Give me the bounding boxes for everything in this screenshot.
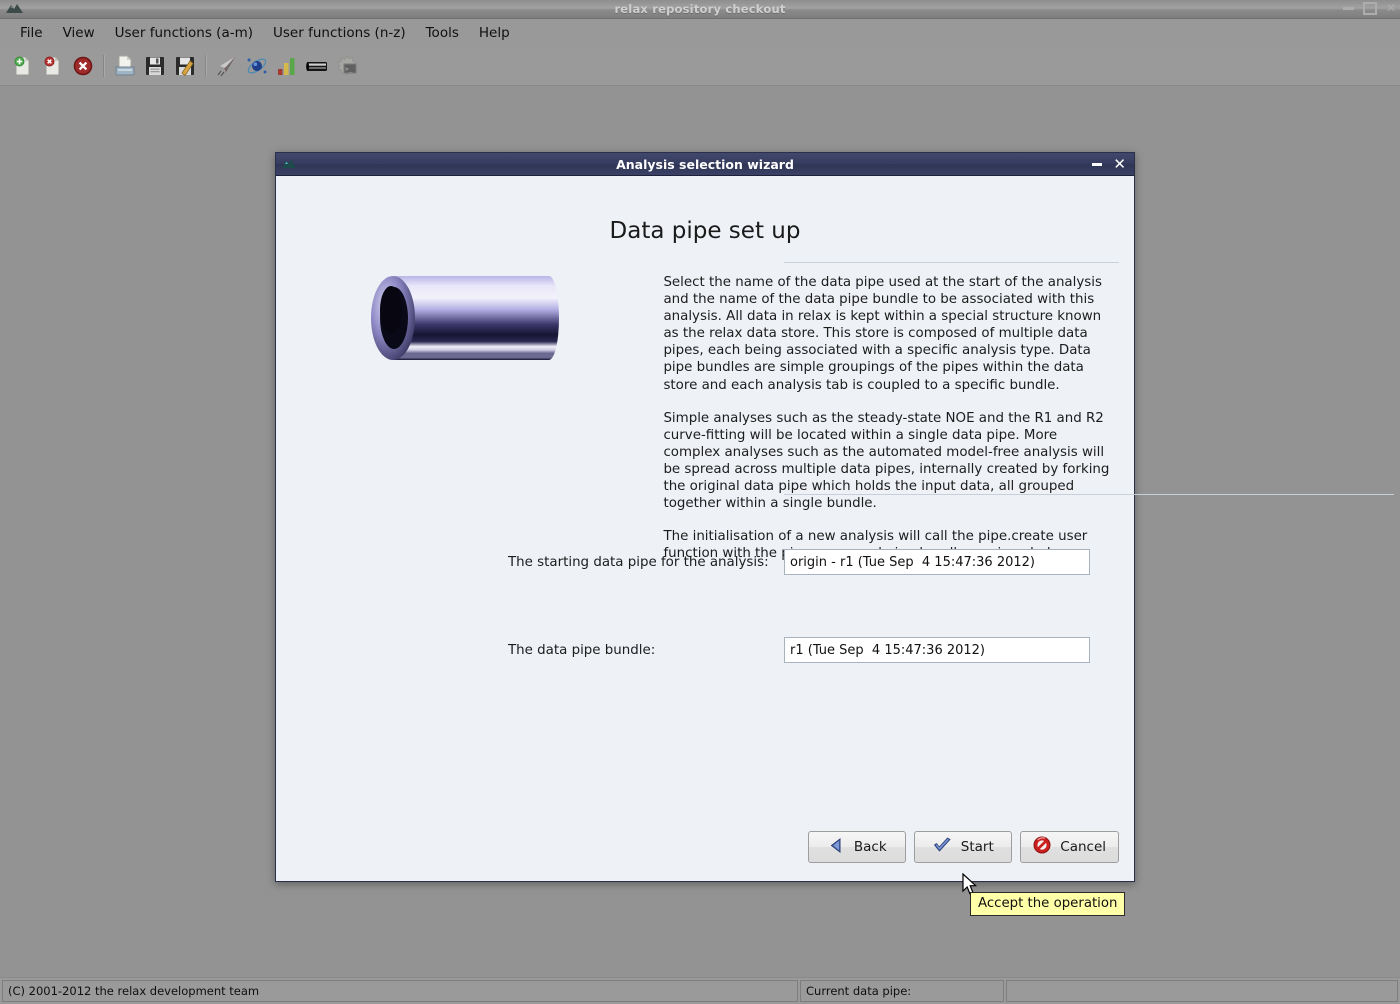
data-pipe-cylinder-image [276, 262, 663, 578]
run-script-icon[interactable] [212, 51, 242, 81]
dialog-titlebar: Analysis selection wizard ✕ [276, 153, 1134, 176]
back-button[interactable]: Back [808, 831, 907, 863]
dialog-description: Select the name of the data pipe used at… [663, 262, 1134, 578]
close-all-analyses-icon[interactable] [68, 51, 98, 81]
back-triangle-icon [828, 837, 845, 858]
dialog-content-row: Select the name of the data pipe used at… [276, 262, 1134, 578]
results-viewer-icon[interactable] [272, 51, 302, 81]
dialog-close-icon[interactable]: ✕ [1113, 156, 1126, 172]
data-pipe-editor-icon[interactable] [302, 51, 332, 81]
spin-viewer-icon[interactable] [242, 51, 272, 81]
analysis-selection-wizard-dialog: Analysis selection wizard ✕ Data pipe se… [275, 152, 1394, 916]
save-state-icon[interactable] [140, 51, 170, 81]
tooltip: Accept the operation [970, 892, 1126, 916]
menu-user-functions-n-z[interactable]: User functions (n-z) [263, 22, 416, 44]
dialog-window-controls[interactable]: ✕ [1092, 156, 1126, 172]
starting-data-pipe-input[interactable] [784, 549, 1090, 575]
section-divider [784, 494, 1394, 495]
start-button-label: Start [960, 839, 994, 855]
menu-help[interactable]: Help [469, 22, 520, 44]
svg-text:>_: >_ [345, 66, 353, 73]
data-pipe-bundle-row: The data pipe bundle: [276, 637, 1134, 663]
dialog-title: Analysis selection wizard [616, 156, 794, 172]
window-controls[interactable]: ✕ [1342, 1, 1396, 15]
close-analysis-icon[interactable] [38, 51, 68, 81]
toolbar-separator [103, 55, 105, 77]
data-pipe-bundle-input[interactable] [784, 637, 1090, 663]
back-button-label: Back [853, 839, 887, 855]
menu-view[interactable]: View [53, 22, 105, 44]
page-title: Data pipe set up [609, 218, 801, 244]
checkmark-icon [933, 836, 952, 858]
toolbar-separator-2 [205, 55, 207, 77]
statusbar-current-pipe-label: Current data pipe: [800, 980, 1004, 1002]
starting-data-pipe-row: The starting data pipe for the analysis: [276, 549, 1134, 575]
dialog-body: Data pipe set up Select the name of the … [276, 176, 1394, 916]
toolbar: >_ [0, 47, 1400, 86]
menu-tools[interactable]: Tools [416, 22, 469, 44]
window-minimize-icon[interactable] [1342, 6, 1354, 10]
cancel-prohibition-icon [1033, 836, 1051, 858]
menu-user-functions-a-m[interactable]: User functions (a-m) [105, 22, 263, 44]
dialog-button-bar: Back Start Cancel [276, 831, 1134, 863]
statusbar-current-pipe-value [1006, 980, 1398, 1002]
menu-file[interactable]: File [10, 22, 53, 44]
new-analysis-icon[interactable] [8, 51, 38, 81]
prompt-console-icon: >_ [332, 51, 362, 81]
window-close-icon[interactable]: ✕ [1386, 1, 1396, 15]
dialog-minimize-icon[interactable] [1092, 162, 1103, 166]
main-window-titlebar: relax repository checkout ✕ [0, 0, 1400, 19]
menubar: File View User functions (a-m) User func… [0, 19, 1400, 47]
open-state-icon[interactable] [110, 51, 140, 81]
description-paragraph-1: Select the name of the data pipe used at… [663, 275, 1102, 393]
cancel-button-label: Cancel [1060, 839, 1106, 855]
save-state-as-icon[interactable] [170, 51, 200, 81]
start-button[interactable]: Start [914, 831, 1013, 863]
statusbar: (C) 2001-2012 the relax development team… [0, 977, 1400, 1004]
data-pipe-bundle-label: The data pipe bundle: [508, 642, 656, 658]
statusbar-copyright: (C) 2001-2012 the relax development team [2, 980, 798, 1002]
window-maximize-icon[interactable] [1362, 1, 1377, 15]
main-window-title: relax repository checkout [614, 2, 786, 16]
starting-data-pipe-label: The starting data pipe for the analysis: [508, 554, 769, 570]
cancel-button[interactable]: Cancel [1020, 831, 1119, 863]
description-paragraph-2: Simple analyses such as the steady-state… [663, 410, 1110, 512]
